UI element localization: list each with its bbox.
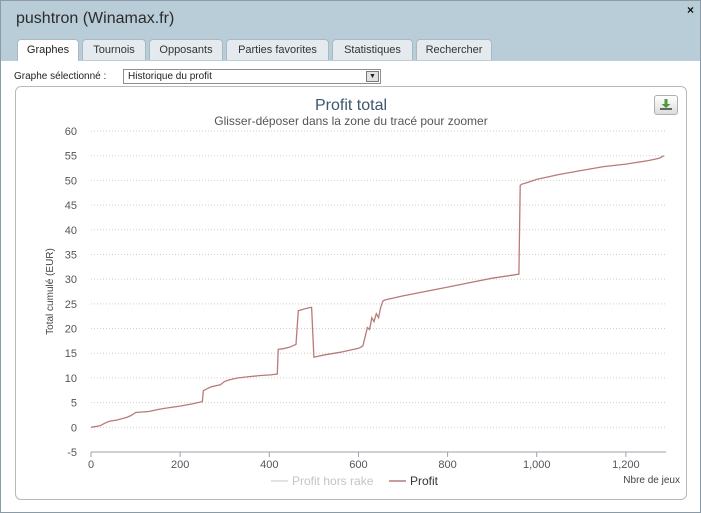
y-tick-label: 25 (65, 299, 77, 311)
x-tick-label: 1,200 (612, 459, 640, 471)
y-tick-label: 50 (65, 175, 77, 187)
tab-tournois[interactable]: Tournois (82, 39, 146, 60)
y-tick-label: -5 (67, 447, 77, 459)
y-tick-label: 35 (65, 249, 77, 261)
window-title: pushtron (Winamax.fr) (16, 10, 175, 27)
chart-title: Profit total (315, 97, 387, 114)
x-tick-label: 0 (88, 459, 94, 471)
y-tick-label: 5 (71, 398, 77, 410)
graph-selector-label: Graphe sélectionné : (14, 71, 107, 82)
tab-statistiques[interactable]: Statistiques (332, 39, 413, 60)
app-window: pushtron (Winamax.fr) × Graphes Tournois… (0, 0, 701, 513)
legend-label-profit-hors-rake: Profit hors rake (292, 474, 374, 488)
chart-panel: Profit total Glisser-déposer dans la zone… (15, 86, 687, 500)
y-tick-label: 55 (65, 151, 77, 163)
y-tick-label: 10 (65, 373, 77, 385)
y-tick-label: 45 (65, 200, 77, 212)
x-tick-label: 800 (438, 459, 456, 471)
y-tick-label: 15 (65, 348, 77, 360)
y-tick-label: 40 (65, 225, 77, 237)
tab-parties-favorites[interactable]: Parties favorites (226, 39, 329, 60)
x-axis-label: Nbre de jeux (623, 475, 680, 486)
y-tick-label: 60 (65, 126, 77, 138)
y-tick-label: 30 (65, 274, 77, 286)
x-tick-label: 400 (260, 459, 278, 471)
profit-series-line (90, 155, 665, 428)
x-tick-label: 1,000 (523, 459, 551, 471)
legend-label-profit: Profit (410, 474, 439, 488)
chart-subtitle: Glisser-déposer dans la zone du tracé po… (214, 114, 487, 128)
title-bar: pushtron (Winamax.fr) × Graphes Tournois… (1, 1, 700, 61)
tab-graphes[interactable]: Graphes (17, 39, 79, 61)
graph-select-value: Historique du profit (128, 71, 212, 82)
chevron-down-icon[interactable]: ▼ (366, 71, 379, 82)
y-tick-label: 20 (65, 324, 77, 336)
y-tick-label: 0 (71, 422, 77, 434)
x-tick-label: 600 (349, 459, 367, 471)
y-axis-label: Total cumulé (EUR) (45, 248, 56, 335)
tab-opposants[interactable]: Opposants (149, 39, 223, 60)
tab-rechercher[interactable]: Rechercher (416, 39, 492, 60)
x-tick-label: 200 (171, 459, 189, 471)
close-icon[interactable]: × (687, 3, 694, 17)
profit-chart[interactable]: Profit totalGlisser-déposer dans la zone… (16, 87, 686, 499)
graph-select-dropdown[interactable]: Historique du profit ▼ (123, 69, 381, 84)
